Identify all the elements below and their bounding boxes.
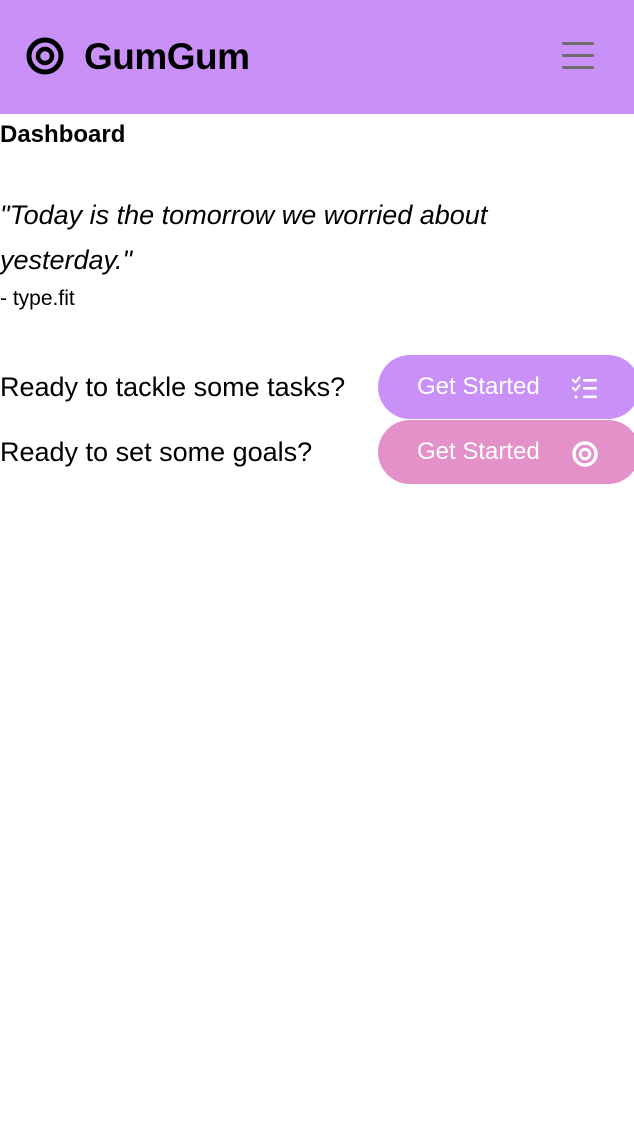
goals-button-label: Get Started — [417, 438, 540, 465]
hamburger-menu-icon[interactable] — [558, 38, 598, 74]
page-title: Dashboard — [0, 121, 126, 148]
brand-name[interactable]: GumGum — [84, 36, 250, 78]
quote-text: "Today is the tomorrow we worried about … — [0, 200, 488, 275]
tasks-prompt: Ready to tackle some tasks? — [0, 372, 346, 402]
target-icon — [26, 37, 64, 75]
tasks-get-started-button[interactable]: Get Started — [378, 355, 634, 419]
target-icon — [572, 441, 598, 467]
checklist-icon — [571, 376, 597, 399]
quote-author: - type.fit — [0, 287, 75, 310]
tasks-button-label: Get Started — [417, 373, 540, 400]
goals-prompt: Ready to set some goals? — [0, 437, 313, 467]
navbar: GumGum — [0, 0, 634, 114]
goals-get-started-button[interactable]: Get Started — [378, 420, 634, 484]
